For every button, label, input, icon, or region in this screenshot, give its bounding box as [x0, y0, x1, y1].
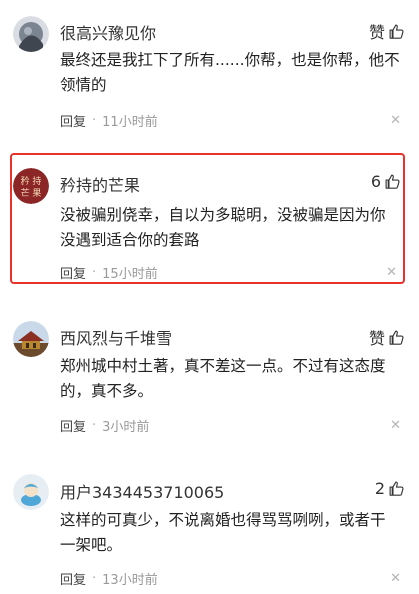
username[interactable]: 用户3434453710065	[60, 479, 224, 503]
separator: ·	[92, 571, 97, 586]
comment-meta: 回复 · 11小时前	[60, 111, 158, 130]
thumbs-up-icon	[389, 330, 404, 345]
like-button[interactable]: 赞	[369, 325, 405, 349]
like-count: 赞	[368, 329, 385, 348]
reply-button[interactable]: 回复	[60, 569, 86, 588]
avatar[interactable]	[13, 321, 49, 357]
timestamp: 13小时前	[102, 573, 158, 588]
reply-button[interactable]: 回复	[60, 416, 86, 435]
close-icon[interactable]: ✕	[390, 572, 401, 585]
comment-meta: 回复 · 3小时前	[60, 416, 149, 435]
like-count: 2	[374, 479, 385, 498]
like-button[interactable]: 2	[375, 479, 405, 498]
comment-text: 最终还是我扛下了所有......你帮，也是你帮，他不领情的	[60, 51, 400, 94]
svg-text:芒 果: 芒 果	[21, 187, 42, 199]
like-count: 赞	[368, 23, 385, 42]
comment-meta: 回复 · 13小时前	[60, 569, 158, 588]
reply-button[interactable]: 回复	[60, 263, 86, 282]
comment-text: 没被骗别侥幸，自以为多聪明，没被骗是因为你没遇到适合你的套路	[60, 206, 386, 249]
close-icon[interactable]: ✕	[390, 114, 401, 127]
avatar[interactable]: 矜 持 芒 果	[13, 168, 49, 204]
comment-meta: 回复 · 15小时前	[60, 263, 158, 282]
thumbs-up-icon	[389, 481, 404, 496]
close-icon[interactable]: ✕	[386, 266, 397, 279]
comment-item: 用户3434453710065 2 这样的可真少，不说离婚也得骂骂咧咧，或者干一…	[0, 460, 419, 594]
username[interactable]: 矜持的芒果	[60, 172, 140, 196]
comment-item: 矜 持 芒 果 矜持的芒果 6 没被骗别侥幸，自以为多聪明，没被骗是因为你没遇到…	[0, 150, 419, 290]
reply-button[interactable]: 回复	[60, 111, 86, 130]
comment-item: 西风烈与千堆雪 赞 郑州城中村土著，真不差这一点。不过有这态度的，真不多。 回复…	[0, 306, 419, 456]
timestamp: 15小时前	[102, 267, 158, 282]
comment-item: 很高兴豫见你 赞 最终还是我扛下了所有......你帮，也是你帮，他不领情的 回…	[0, 0, 419, 150]
like-count: 6	[370, 172, 381, 191]
separator: ·	[92, 113, 97, 128]
like-button[interactable]: 赞	[369, 19, 405, 43]
timestamp: 11小时前	[102, 115, 158, 130]
close-icon[interactable]: ✕	[390, 419, 401, 432]
separator: ·	[92, 418, 97, 433]
comment-text: 郑州城中村土著，真不差这一点。不过有这态度的，真不多。	[60, 357, 386, 400]
thumbs-up-icon	[389, 24, 404, 39]
thumbs-up-icon	[385, 174, 400, 189]
like-button[interactable]: 6	[371, 172, 401, 191]
avatar[interactable]	[13, 16, 49, 52]
timestamp: 3小时前	[102, 420, 150, 435]
comment-text: 这样的可真少，不说离婚也得骂骂咧咧，或者干一架吧。	[60, 511, 386, 554]
username[interactable]: 很高兴豫见你	[60, 20, 156, 44]
username[interactable]: 西风烈与千堆雪	[60, 325, 172, 349]
separator: ·	[92, 265, 97, 280]
avatar[interactable]	[13, 474, 49, 510]
svg-text:矜 持: 矜 持	[21, 175, 42, 187]
